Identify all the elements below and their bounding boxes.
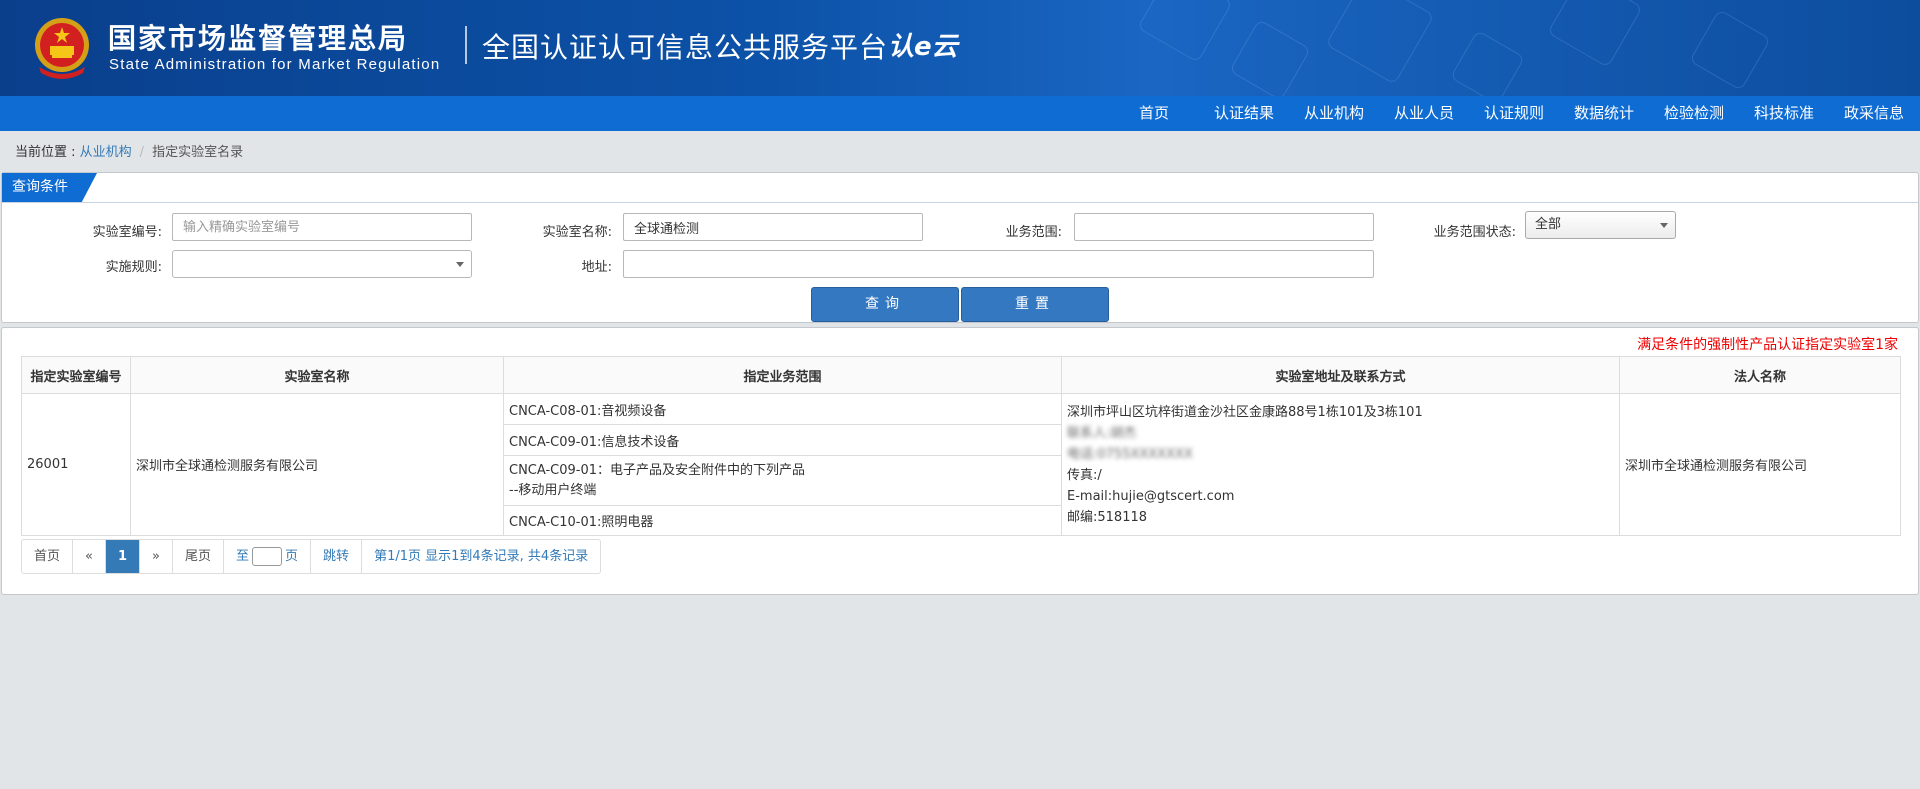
page-next[interactable]: » [140,540,173,573]
decor-hexagon [1547,0,1643,68]
contact-email: E-mail:hujie@gtscert.com [1067,488,1235,504]
scope-status-select[interactable]: 全部 [1525,211,1676,239]
reset-button[interactable]: 重置 [961,287,1109,322]
table-header-row: 指定实验室编号 实验室名称 指定业务范围 实验室地址及联系方式 法人名称 [21,356,1901,394]
col-header-lab-no: 指定实验室编号 [21,356,131,394]
result-panel: 满足条件的强制性产品认证指定实验室1家 指定实验室编号 实验室名称 指定业务范围… [1,327,1919,595]
col-header-lab-name: 实验室名称 [130,356,504,394]
breadcrumb: 当前位置 : 从业机构 / 指定实验室名录 [15,141,243,160]
page-prev[interactable]: « [73,540,106,573]
scope-label: 业务范围: [1005,225,1062,240]
header-divider [465,26,467,64]
lab-name-label: 实验室名称: [542,225,612,240]
lab-table: 指定实验室编号 实验室名称 指定业务范围 实验室地址及联系方式 法人名称 260… [21,356,1901,536]
table-row: 26001 深圳市全球通检测服务有限公司 CNCA-C08-01:音视频设备 C… [21,393,1901,536]
query-panel-tab: 查询条件 [2,173,97,202]
page-goto: 至页 [224,540,312,573]
nav-item-standards[interactable]: 科技标准 [1754,96,1814,131]
scope-item: CNCA-C09-01：电子产品及安全附件中的下列产品 --移动用户终端 [504,456,1061,506]
national-emblem-icon [35,18,89,79]
scope-text: CNCA-C08-01:音视频设备 [509,403,667,419]
cell-lab-no: 26001 [21,393,131,536]
scope-status-label: 业务范围状态: [1433,225,1516,240]
panel-divider [2,202,1918,203]
cell-legal-name: 深圳市全球通检测服务有限公司 [1619,393,1901,536]
breadcrumb-separator: / [139,145,145,160]
lab-no-input[interactable] [172,213,472,241]
scope-item: CNCA-C08-01:音视频设备 [504,394,1061,425]
scope-input[interactable] [1074,213,1374,241]
decor-hexagon [1137,0,1233,63]
breadcrumb-prefix: 当前位置 : [15,145,80,160]
renyiyun-logo: 认e云 [888,32,958,62]
scope-item: CNCA-C10-01:照明电器 [504,506,1061,535]
contact-fax: 传真:/ [1067,467,1102,483]
address-label: 地址: [581,260,612,275]
decor-hexagon [1229,19,1311,96]
decor-hexagon [1689,9,1771,91]
rule-label: 实施规则: [105,260,162,275]
page-jump-button[interactable]: 跳转 [311,540,363,573]
contact-postcode: 邮编:518118 [1067,509,1148,525]
goto-prefix: 至 [236,549,250,564]
breadcrumb-current: 指定实验室名录 [152,145,244,160]
rule-select[interactable] [172,250,472,278]
goto-suffix: 页 [285,549,299,564]
scope-text: CNCA-C09-01:信息技术设备 [509,434,680,450]
result-count: 满足条件的强制性产品认证指定实验室1家 [1637,337,1898,353]
contact-address: 深圳市坪山区坑梓街道金沙社区金康路88号1栋101及3栋101 [1067,404,1423,420]
nav-item-home[interactable]: 首页 [1139,96,1169,131]
nav-item-institutions[interactable]: 从业机构 [1304,96,1364,131]
contact-person: 联系人:胡杰 [1067,425,1137,441]
cell-lab-name: 深圳市全球通检测服务有限公司 [130,393,504,536]
platform-title: 全国认证认可信息公共服务平台 [482,31,889,64]
cell-contact: 深圳市坪山区坑梓街道金沙社区金康路88号1栋101及3栋101 联系人:胡杰 电… [1061,393,1620,536]
col-header-contact: 实验室地址及联系方式 [1061,356,1620,394]
decor-hexagon [1449,29,1526,96]
goto-page-input[interactable] [252,547,283,566]
col-header-scope: 指定业务范围 [503,356,1062,394]
chevron-down-icon [1660,223,1668,228]
page-info: 第1/1页 显示1到4条记录, 共4条记录 [374,549,589,564]
scope-status-value: 全部 [1535,217,1562,232]
scope-text: CNCA-C09-01：电子产品及安全附件中的下列产品 [509,462,806,478]
nav-item-procurement[interactable]: 政采信息 [1844,96,1904,131]
nav-item-statistics[interactable]: 数据统计 [1574,96,1634,131]
page-current[interactable]: 1 [105,540,141,573]
scope-text-sub: --移动用户终端 [509,482,597,498]
agency-title: 国家市场监督管理总局 [108,22,409,55]
query-panel: 查询条件 实验室编号: 实验室名称: 业务范围: 业务范围状态: 全部 实施规则… [1,172,1919,323]
nav-item-inspection[interactable]: 检验检测 [1664,96,1724,131]
nav-item-cert-results[interactable]: 认证结果 [1214,96,1274,131]
scope-text: CNCA-C10-01:照明电器 [509,515,654,530]
cell-scope: CNCA-C08-01:音视频设备 CNCA-C09-01:信息技术设备 CNC… [503,393,1062,536]
pagination: 首页 « 1 » 尾页 至页 跳转 第1/1页 显示1到4条记录, 共4条记录 [21,539,602,574]
lab-name-input[interactable] [623,213,923,241]
search-button[interactable]: 查询 [811,287,959,322]
agency-title-en: State Administration for Market Regulati… [109,56,441,73]
chevron-down-icon [456,262,464,267]
address-input[interactable] [623,250,1374,278]
lab-no-label: 实验室编号: [92,225,162,240]
page-last[interactable]: 尾页 [173,540,225,573]
decor-hexagon [1325,0,1435,85]
scope-item: CNCA-C09-01:信息技术设备 [504,425,1061,456]
page-first[interactable]: 首页 [22,540,74,573]
col-header-legal-name: 法人名称 [1619,356,1901,394]
breadcrumb-link-institutions[interactable]: 从业机构 [80,145,132,160]
main-nav: 首页 认证结果 从业机构 从业人员 认证规则 数据统计 检验检测 科技标准 政采… [0,96,1920,131]
nav-item-cert-rules[interactable]: 认证规则 [1484,96,1544,131]
nav-item-personnel[interactable]: 从业人员 [1394,96,1454,131]
site-header: 国家市场监督管理总局 State Administration for Mark… [0,0,1920,96]
contact-phone: 电话:0755XXXXXXX [1067,446,1193,462]
